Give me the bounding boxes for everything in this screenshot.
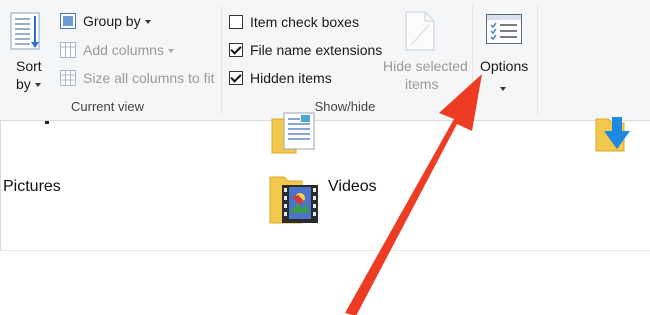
videos-folder-icon[interactable] <box>268 173 320 227</box>
chevron-down-icon <box>167 49 174 54</box>
group-by-icon <box>60 13 76 29</box>
pictures-folder-label[interactable]: Pictures <box>3 178 61 196</box>
chevron-down-icon <box>34 83 41 88</box>
checkmark-icon <box>230 71 242 83</box>
sort-by-label-line2: by <box>16 76 41 92</box>
sort-by-button[interactable] <box>10 12 44 52</box>
group-by-button[interactable]: Group by <box>83 13 151 29</box>
group-divider <box>472 6 473 114</box>
chevron-down-icon <box>144 20 151 25</box>
add-columns-icon <box>60 42 76 58</box>
hidden-items-label: Hidden items <box>250 70 332 86</box>
documents-folder-icon[interactable] <box>270 111 318 155</box>
ribbon: Sort by Group by Add columns Size all co… <box>0 0 650 121</box>
options-icon <box>486 14 522 44</box>
size-all-columns-button[interactable]: Size all columns to fit <box>83 70 215 86</box>
size-columns-icon <box>60 70 76 86</box>
add-columns-button[interactable]: Add columns <box>83 42 174 58</box>
sort-icon <box>10 12 40 50</box>
videos-folder-label[interactable]: Videos <box>328 178 377 196</box>
options-button[interactable]: Options <box>480 58 528 74</box>
item-check-boxes-label: Item check boxes <box>250 14 359 30</box>
section-divider <box>0 250 650 251</box>
file-name-extensions-label: File name extensions <box>250 42 383 58</box>
group-label-current-view: Current view <box>71 99 144 114</box>
chevron-down-icon[interactable] <box>500 80 506 98</box>
hidden-items-checkbox[interactable] <box>229 71 243 85</box>
group-divider <box>221 6 222 114</box>
file-name-extensions-checkbox[interactable] <box>229 43 243 57</box>
sort-by-label-line1: Sort <box>16 58 42 74</box>
group-divider <box>537 6 538 114</box>
hide-selected-items-icon <box>405 11 435 51</box>
file-list <box>0 121 650 315</box>
hide-selected-label-line2: items <box>405 76 439 92</box>
partial-item-label-remnant <box>44 121 52 127</box>
hide-selected-button[interactable]: Hide selected <box>383 58 468 74</box>
item-check-boxes-checkbox[interactable] <box>229 15 243 29</box>
downloads-folder-icon[interactable] <box>594 113 642 155</box>
checkmark-icon <box>230 43 242 55</box>
pane-border <box>0 121 1 251</box>
